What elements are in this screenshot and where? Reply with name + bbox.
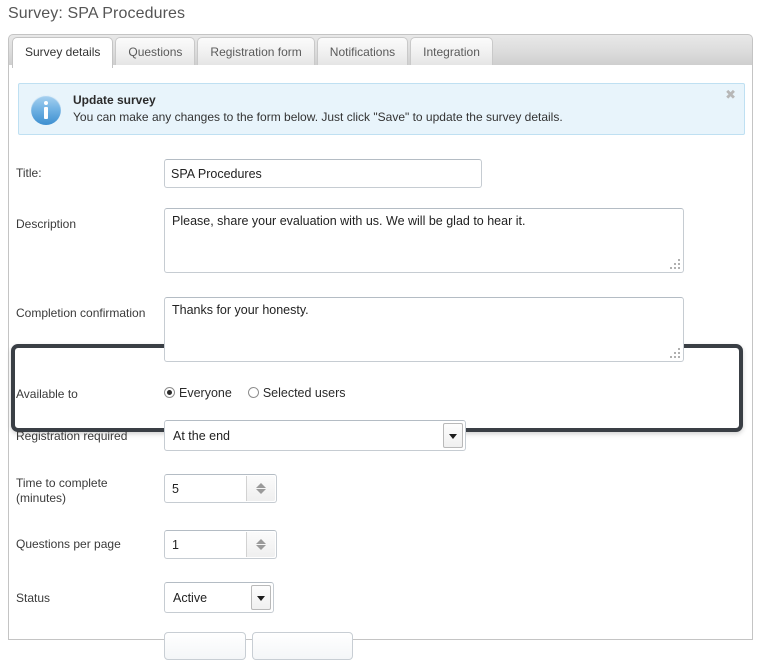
- description-textarea[interactable]: [164, 208, 684, 273]
- info-icon: [31, 95, 61, 125]
- radio-label: Selected users: [262, 385, 346, 400]
- survey-details-panel: Update survey You can make any changes t…: [8, 65, 753, 660]
- registration-required-label: Registration required: [16, 429, 128, 443]
- stepper-up-icon: [256, 483, 266, 488]
- status-select[interactable]: Active: [164, 582, 274, 613]
- field-row-status: Status Active: [9, 582, 752, 613]
- title-input[interactable]: [164, 159, 482, 188]
- tab-notifications[interactable]: Notifications: [316, 37, 409, 66]
- radio-option-everyone[interactable]: Everyone: [164, 386, 248, 400]
- time-to-complete-value: 5: [172, 481, 179, 496]
- radio-option-selected-users[interactable]: Selected users: [247, 385, 362, 400]
- tab-registration-form[interactable]: Registration form: [197, 37, 315, 66]
- registration-required-value: At the end: [173, 428, 230, 443]
- cancel-button[interactable]: [252, 632, 353, 660]
- tab-bar: Survey details Questions Registration fo…: [8, 34, 753, 68]
- update-survey-banner: Update survey You can make any changes t…: [18, 83, 745, 135]
- banner-title: Update survey: [73, 93, 156, 107]
- registration-required-select[interactable]: At the end: [164, 420, 466, 451]
- tab-label: Notifications: [329, 45, 396, 59]
- time-to-complete-label-line1: Time to complete: [16, 476, 108, 490]
- time-to-complete-label-line2: (minutes): [16, 491, 67, 505]
- questions-per-page-stepper[interactable]: 1: [164, 530, 277, 559]
- field-row-registration-required: Registration required At the end: [9, 420, 752, 451]
- tab-label: Survey details: [25, 45, 101, 59]
- tab-survey-details[interactable]: Survey details: [12, 37, 114, 68]
- stepper-buttons[interactable]: [246, 532, 275, 557]
- status-label: Status: [16, 591, 51, 605]
- field-row-time-to-complete: Time to complete (minutes) 5: [9, 474, 752, 506]
- status-value: Active: [173, 590, 208, 605]
- radio-icon[interactable]: [247, 386, 259, 398]
- stepper-up-icon: [256, 539, 266, 544]
- chevron-down-icon[interactable]: [251, 585, 271, 610]
- banner-message: You can make any changes to the form bel…: [73, 110, 563, 124]
- stepper-down-icon: [256, 489, 266, 494]
- title-label: Title:: [16, 166, 42, 180]
- tab-questions[interactable]: Questions: [115, 37, 196, 66]
- completion-confirmation-label: Completion confirmation: [16, 306, 146, 320]
- radio-icon[interactable]: [164, 386, 175, 398]
- stepper-buttons[interactable]: [246, 476, 275, 501]
- close-icon[interactable]: ✖: [725, 88, 736, 102]
- completion-confirmation-textarea[interactable]: [164, 297, 684, 362]
- tab-label: Questions: [128, 45, 183, 59]
- questions-per-page-label: Questions per page: [16, 537, 121, 551]
- page-title: Survey: SPA Procedures: [8, 5, 186, 22]
- description-label: Description: [16, 217, 77, 231]
- tab-label: Registration form: [210, 45, 302, 59]
- radio-label: Everyone: [179, 385, 232, 400]
- time-to-complete-stepper[interactable]: 5: [164, 474, 277, 503]
- tab-integration[interactable]: Integration: [410, 37, 493, 66]
- tab-label: Integration: [423, 45, 480, 59]
- available-to-label: Available to: [16, 387, 78, 401]
- save-button[interactable]: [164, 632, 246, 660]
- chevron-down-icon[interactable]: [443, 423, 463, 448]
- stepper-down-icon: [256, 545, 266, 550]
- time-to-complete-label: Time to complete (minutes): [16, 476, 108, 506]
- questions-per-page-value: 1: [172, 537, 179, 552]
- field-row-questions-per-page: Questions per page 1: [9, 530, 752, 559]
